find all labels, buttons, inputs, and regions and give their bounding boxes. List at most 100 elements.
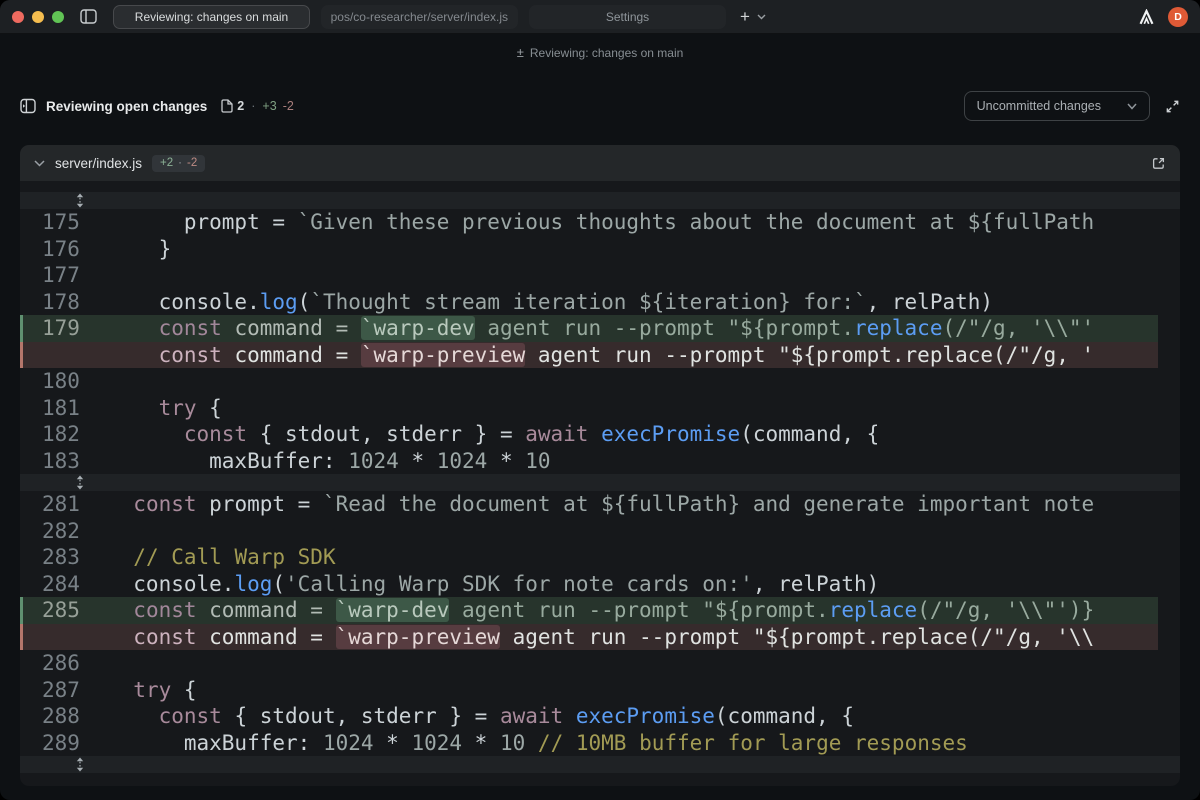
badge-deletions: -2 — [187, 157, 197, 169]
diff-panel: server/index.js +2 · -2 175 prompt = `Gi… — [20, 145, 1180, 786]
code-line: 287 try { — [20, 677, 1158, 704]
line-number: 282 — [20, 519, 108, 543]
line-number: 289 — [20, 731, 108, 755]
code-line: 283 // Call Warp SDK — [20, 544, 1158, 571]
deletions-count: -2 — [283, 99, 294, 113]
line-number: 288 — [20, 704, 108, 728]
tab-label: Settings — [606, 10, 649, 24]
code-text: const command = `warp-dev agent run --pr… — [108, 316, 1158, 340]
tab-file-path[interactable]: pos/co-researcher/server/index.js — [321, 5, 518, 29]
titlebar: Reviewing: changes on main pos/co-resear… — [0, 0, 1200, 34]
diff-added-line: 285 const command = `warp-dev agent run … — [20, 597, 1158, 624]
zoom-button[interactable] — [52, 11, 64, 23]
tab-label: pos/co-researcher/server/index.js — [331, 10, 518, 24]
line-number: 283 — [20, 545, 108, 569]
code-diff-view: 175 prompt = `Given these previous thoug… — [20, 181, 1180, 786]
line-number: 285 — [20, 598, 108, 622]
code-text: try { — [108, 396, 1158, 420]
warp-logo-icon[interactable] — [1138, 9, 1155, 25]
code-line: 178 console.log(`Thought stream iteratio… — [20, 289, 1158, 316]
file-header[interactable]: server/index.js +2 · -2 — [20, 145, 1180, 181]
line-number: 183 — [20, 449, 108, 473]
tab-label: Reviewing: changes on main — [135, 10, 288, 24]
line-number: 181 — [20, 396, 108, 420]
code-text: const command = `warp-preview agent run … — [108, 625, 1158, 649]
expand-hunk-button[interactable] — [20, 756, 1180, 773]
titlebar-right: D — [1138, 7, 1188, 27]
code-line: 282 — [20, 518, 1158, 545]
line-number: 287 — [20, 678, 108, 702]
dropdown-label: Uncommitted changes — [977, 99, 1101, 113]
code-text: const command = `warp-preview agent run … — [108, 343, 1158, 367]
diff-removed-line: const command = `warp-preview agent run … — [20, 342, 1158, 369]
open-external-icon[interactable] — [1151, 156, 1166, 171]
line-number: 180 — [20, 369, 108, 393]
changes-source-dropdown[interactable]: Uncommitted changes — [964, 91, 1150, 121]
code-line: 281 const prompt = `Read the document at… — [20, 491, 1158, 518]
code-text: console.log('Calling Warp SDK for note c… — [108, 572, 1158, 596]
session-subtitle-text: Reviewing: changes on main — [530, 46, 683, 60]
tab-settings[interactable]: Settings — [529, 5, 726, 29]
close-button[interactable] — [12, 11, 24, 23]
app-window: Reviewing: changes on main pos/co-resear… — [0, 0, 1200, 800]
file-diff-badge: +2 · -2 — [152, 155, 205, 172]
file-count: 2 — [237, 99, 244, 113]
tab-bar: Reviewing: changes on main pos/co-resear… — [113, 5, 726, 29]
code-text: maxBuffer: 1024 * 1024 * 10 — [108, 449, 1158, 473]
code-line: 182 const { stdout, stderr } = await exe… — [20, 421, 1158, 448]
code-text: } — [108, 237, 1158, 261]
line-number: 176 — [20, 237, 108, 261]
code-text: try { — [108, 678, 1158, 702]
badge-additions: +2 — [160, 157, 173, 169]
sidebar-toggle-icon[interactable] — [80, 9, 97, 24]
line-number: 175 — [20, 210, 108, 234]
review-header: Reviewing open changes 2 · +3 -2 Uncommi… — [0, 85, 1200, 127]
badge-dot: · — [178, 157, 182, 169]
chevron-down-icon — [1127, 103, 1137, 110]
expand-hunk-button[interactable] — [20, 192, 1180, 209]
session-pane-icon — [20, 98, 36, 114]
code-line: 180 — [20, 368, 1158, 395]
code-line: 177 — [20, 262, 1158, 289]
review-header-actions: Uncommitted changes — [964, 91, 1180, 121]
session-subtitle: ± Reviewing: changes on main — [0, 34, 1200, 71]
code-line: 289 maxBuffer: 1024 * 1024 * 10 // 10MB … — [20, 730, 1158, 757]
diff-added-line: 179 const command = `warp-dev agent run … — [20, 315, 1158, 342]
code-text: // Call Warp SDK — [108, 545, 1158, 569]
code-text: maxBuffer: 1024 * 1024 * 10 // 10MB buff… — [108, 731, 1158, 755]
minimize-button[interactable] — [32, 11, 44, 23]
page-title: Reviewing open changes — [46, 99, 207, 114]
collapse-chevron-icon[interactable] — [34, 160, 45, 167]
separator-dot: · — [251, 99, 255, 113]
line-number: 284 — [20, 572, 108, 596]
code-line: 176 } — [20, 236, 1158, 263]
code-text: const command = `warp-dev agent run --pr… — [108, 598, 1158, 622]
user-avatar[interactable]: D — [1168, 7, 1188, 27]
new-tab-chevron-icon[interactable] — [757, 14, 766, 20]
window-controls — [12, 11, 64, 23]
additions-count: +3 — [262, 99, 276, 113]
plus-minus-icon: ± — [517, 45, 524, 60]
line-number: 281 — [20, 492, 108, 516]
file-name: server/index.js — [55, 156, 142, 171]
code-line: 183 maxBuffer: 1024 * 1024 * 10 — [20, 448, 1158, 475]
line-number: 286 — [20, 651, 108, 675]
code-line: 284 console.log('Calling Warp SDK for no… — [20, 571, 1158, 598]
code-line: 286 — [20, 650, 1158, 677]
code-line: 181 try { — [20, 395, 1158, 422]
line-number: 177 — [20, 263, 108, 287]
code-text: const { stdout, stderr } = await execPro… — [108, 422, 1158, 446]
expand-fullscreen-icon[interactable] — [1165, 99, 1180, 114]
code-text: const { stdout, stderr } = await execPro… — [108, 704, 1158, 728]
document-icon — [221, 99, 233, 113]
expand-hunk-button[interactable] — [20, 474, 1180, 491]
diff-removed-line: const command = `warp-preview agent run … — [20, 624, 1158, 651]
code-text: const prompt = `Read the document at ${f… — [108, 492, 1158, 516]
change-stats: 2 · +3 -2 — [221, 99, 294, 113]
new-tab-button[interactable]: + — [740, 8, 750, 25]
code-text: console.log(`Thought stream iteration ${… — [108, 290, 1158, 314]
line-number: 182 — [20, 422, 108, 446]
code-text: prompt = `Given these previous thoughts … — [108, 210, 1158, 234]
code-line: 175 prompt = `Given these previous thoug… — [20, 209, 1158, 236]
tab-reviewing-changes[interactable]: Reviewing: changes on main — [113, 5, 310, 29]
